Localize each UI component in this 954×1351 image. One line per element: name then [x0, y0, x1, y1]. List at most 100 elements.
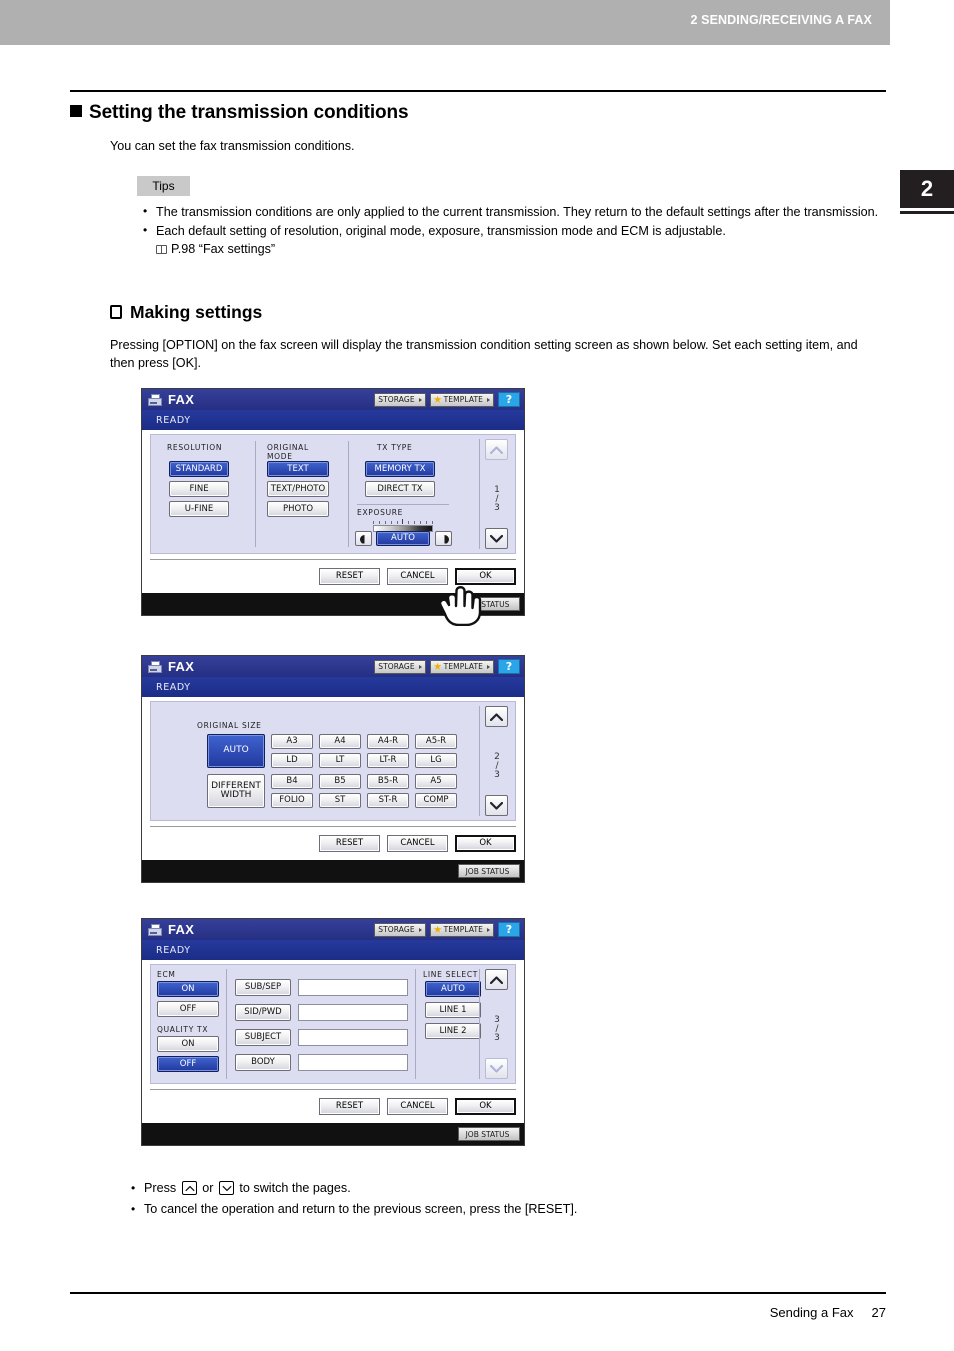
exposure-auto-button[interactable]: AUTO: [376, 531, 430, 546]
page-down-button[interactable]: [485, 795, 508, 816]
line-select-auto-button[interactable]: AUTO: [425, 981, 481, 997]
resolution-fine-button[interactable]: FINE: [169, 481, 229, 497]
lcd-content-panel: ECM ON OFF QUALITY TX ON OFF SUB/SEP SID…: [150, 964, 516, 1084]
ecm-off-button[interactable]: OFF: [157, 1001, 219, 1017]
quality-tx-on-button[interactable]: ON: [157, 1036, 219, 1052]
original-size-a3-button[interactable]: A3: [271, 734, 313, 749]
lcd-title-bar: FAX STORAGE TEMPLATE ?: [142, 656, 524, 677]
cancel-button[interactable]: CANCEL: [387, 834, 448, 852]
page-title-text: Setting the transmission conditions: [89, 102, 409, 123]
exposure-darker-button[interactable]: [435, 531, 452, 546]
page-up-button[interactable]: [485, 969, 508, 990]
divider: [226, 969, 227, 1079]
body-button[interactable]: BODY: [235, 1054, 291, 1071]
subject-field[interactable]: [298, 1029, 408, 1046]
ecm-on-button[interactable]: ON: [157, 981, 219, 997]
intro-paragraph: You can set the fax transmission conditi…: [110, 139, 355, 153]
tx-type-memory-button[interactable]: MEMORY TX: [365, 461, 435, 477]
resolution-ufine-button[interactable]: U-FINE: [169, 501, 229, 517]
original-size-lt-button[interactable]: LT: [319, 753, 361, 768]
original-size-ltr-button[interactable]: LT-R: [367, 753, 409, 768]
fax-option-screen-1: FAX STORAGE TEMPLATE ? READY RESOLUTION …: [141, 388, 525, 626]
chevron-right-icon: [418, 664, 422, 669]
original-size-different-width-button[interactable]: DIFFERENT WIDTH: [207, 774, 265, 808]
job-status-button[interactable]: JOB STATUS: [458, 864, 520, 878]
original-size-b4-button[interactable]: B4: [271, 774, 313, 789]
reset-button[interactable]: RESET: [319, 567, 380, 585]
footnote-or: or: [202, 1181, 214, 1195]
original-size-a4r-button[interactable]: A4-R: [367, 734, 409, 749]
sidpwd-button[interactable]: SID/PWD: [235, 1004, 291, 1021]
help-button[interactable]: ?: [498, 659, 520, 674]
resolution-group-label: RESOLUTION: [167, 443, 223, 452]
footer-rule: [70, 1292, 886, 1294]
resolution-standard-button[interactable]: STANDARD: [169, 461, 229, 477]
original-size-b5r-button[interactable]: B5-R: [367, 774, 409, 789]
line-select-line1-button[interactable]: LINE 1: [425, 1002, 481, 1018]
reset-button[interactable]: RESET: [319, 834, 380, 852]
fax-option-screen-2: FAX STORAGE TEMPLATE ? READY ORIGINAL SI…: [141, 655, 525, 883]
page-nav-rail: 2 ∕ 3: [479, 706, 511, 816]
lcd-title-bar: FAX STORAGE TEMPLATE ?: [142, 919, 524, 940]
template-button[interactable]: TEMPLATE: [429, 659, 494, 674]
instruction-paragraph: Pressing [OPTION] on the fax screen will…: [110, 338, 858, 370]
body-field[interactable]: [298, 1054, 408, 1071]
original-size-auto-button[interactable]: AUTO: [207, 734, 265, 768]
original-size-folio-button[interactable]: FOLIO: [271, 793, 313, 808]
lcd-task-bar: JOB STATUS: [142, 1123, 524, 1145]
quality-tx-off-button[interactable]: OFF: [157, 1056, 219, 1072]
original-mode-photo-button[interactable]: PHOTO: [267, 501, 329, 517]
help-button[interactable]: ?: [498, 922, 520, 937]
original-mode-text-button[interactable]: TEXT: [267, 461, 329, 477]
subsep-field[interactable]: [298, 979, 408, 996]
fax-option-screen-3: FAX STORAGE TEMPLATE ? READY ECM ON OFF …: [141, 918, 525, 1146]
divider: [479, 706, 480, 816]
line-select-label: LINE SELECT: [423, 970, 479, 979]
original-size-a4-button[interactable]: A4: [319, 734, 361, 749]
job-status-button[interactable]: JOB STATUS: [458, 1127, 520, 1141]
square-outline-bullet-icon: [110, 305, 122, 319]
subject-button[interactable]: SUBJECT: [235, 1029, 291, 1046]
template-button[interactable]: TEMPLATE: [429, 392, 494, 407]
original-size-str-button[interactable]: ST-R: [367, 793, 409, 808]
original-size-b5-button[interactable]: B5: [319, 774, 361, 789]
template-button[interactable]: TEMPLATE: [429, 922, 494, 937]
ok-button[interactable]: OK: [455, 1097, 516, 1115]
original-size-label: ORIGINAL SIZE: [197, 721, 262, 730]
reset-button[interactable]: RESET: [319, 1097, 380, 1115]
cancel-button[interactable]: CANCEL: [387, 1097, 448, 1115]
ok-button[interactable]: OK: [455, 834, 516, 852]
storage-button[interactable]: STORAGE: [374, 659, 426, 674]
original-size-comp-button[interactable]: COMP: [415, 793, 457, 808]
page-down-button[interactable]: [485, 528, 508, 549]
original-size-a5-button[interactable]: A5: [415, 774, 457, 789]
lcd-status-text: READY: [142, 940, 524, 960]
original-mode-textphoto-button[interactable]: TEXT/PHOTO: [267, 481, 329, 497]
footer-title: Sending a Fax: [769, 1305, 854, 1320]
chevron-right-icon: [418, 927, 422, 932]
subsep-button[interactable]: SUB/SEP: [235, 979, 291, 996]
fax-machine-icon: [148, 660, 162, 673]
storage-button[interactable]: STORAGE: [374, 392, 426, 407]
page-down-button[interactable]: [485, 1058, 508, 1079]
running-head-bar: 2 SENDING/RECEIVING A FAX: [0, 0, 890, 45]
page-nav-rail: 3 ∕ 3: [479, 969, 511, 1079]
page-up-button[interactable]: [485, 439, 508, 460]
original-size-lg-button[interactable]: LG: [415, 753, 457, 768]
chevron-right-icon: [487, 927, 490, 932]
tx-type-direct-button[interactable]: DIRECT TX: [365, 481, 435, 497]
help-button[interactable]: ?: [498, 392, 520, 407]
original-size-st-button[interactable]: ST: [319, 793, 361, 808]
original-size-ld-button[interactable]: LD: [271, 753, 313, 768]
storage-button[interactable]: STORAGE: [374, 922, 426, 937]
chevron-right-icon: [487, 397, 490, 402]
line-select-line2-button[interactable]: LINE 2: [425, 1023, 481, 1039]
lcd-status-text: READY: [142, 410, 524, 430]
page-up-key-icon: [181, 1181, 197, 1195]
exposure-lighter-button[interactable]: [355, 531, 372, 546]
chapter-tab: 2: [900, 170, 954, 208]
original-mode-group-label: ORIGINAL MODE: [267, 443, 309, 461]
original-size-a5r-button[interactable]: A5-R: [415, 734, 457, 749]
sidpwd-field[interactable]: [298, 1004, 408, 1021]
page-up-button[interactable]: [485, 706, 508, 727]
